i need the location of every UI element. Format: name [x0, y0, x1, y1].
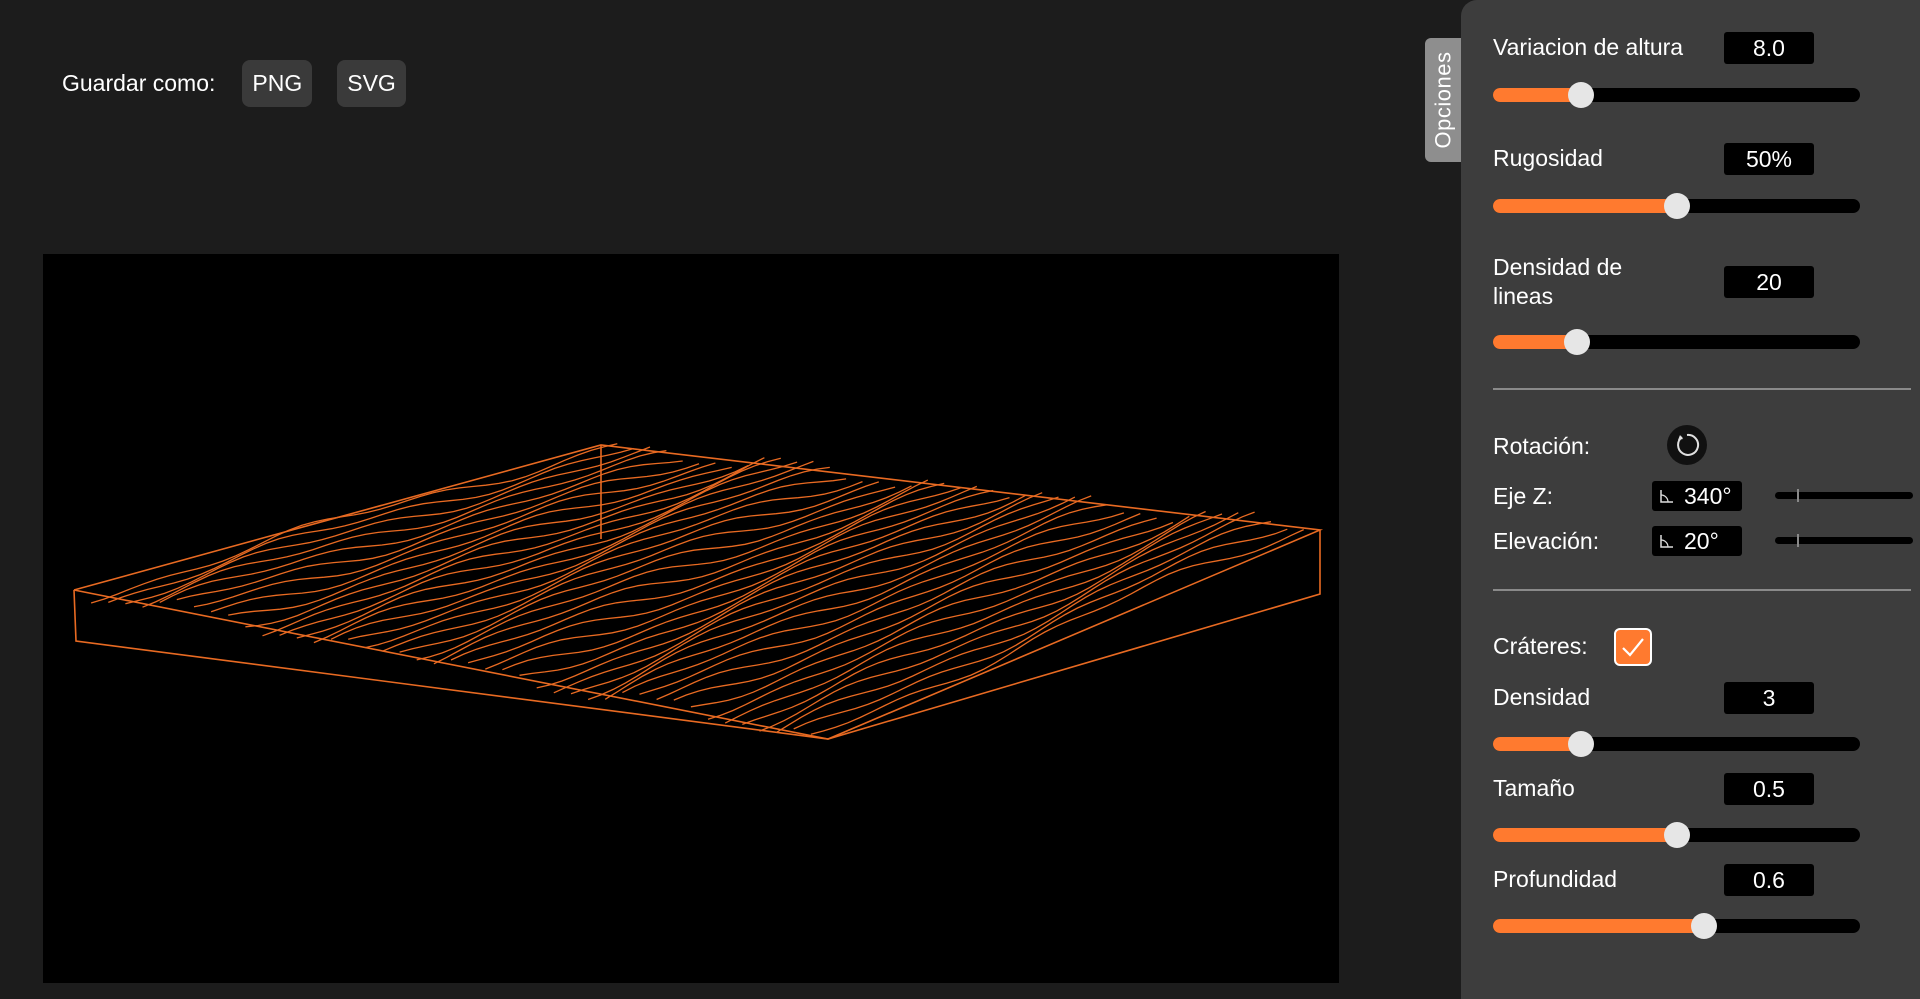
- height-variation-slider[interactable]: [1493, 82, 1860, 108]
- export-toolbar: Guardar como: PNG SVG: [62, 60, 406, 107]
- height-variation-value[interactable]: 8.0: [1724, 32, 1814, 64]
- rotation-label: Rotación:: [1493, 433, 1591, 459]
- line-density-slider[interactable]: [1493, 329, 1860, 355]
- contour-line: [382, 486, 896, 652]
- contour-line: [639, 513, 1141, 695]
- height-variation-label: Variacion de altura: [1493, 34, 1684, 60]
- crater-size-label: Tamaño: [1493, 775, 1575, 801]
- terrain-box-top: [73, 444, 1324, 740]
- panel-divider: [1493, 589, 1911, 591]
- crater-density-value[interactable]: 3: [1724, 682, 1814, 714]
- z-axis-slider[interactable]: [1775, 489, 1913, 502]
- contour-line: [793, 528, 1288, 730]
- line-density-label-line2: lineas: [1493, 283, 1554, 309]
- z-axis-input[interactable]: 340°: [1652, 481, 1742, 511]
- slider-thumb[interactable]: [1691, 913, 1718, 939]
- roughness-label: Rugosidad: [1493, 145, 1603, 171]
- slider-fill: [1493, 828, 1677, 842]
- elevation-slider[interactable]: [1775, 534, 1913, 547]
- slider-tick[interactable]: [1797, 489, 1800, 502]
- line-density-label-line1: Densidad de: [1493, 254, 1623, 280]
- craters-checkbox[interactable]: [1614, 628, 1652, 666]
- save-as-label: Guardar como:: [62, 70, 216, 96]
- contour-line: [810, 529, 1304, 735]
- z-axis-value: 340°: [1684, 482, 1732, 509]
- crater-depth-slider[interactable]: [1493, 913, 1860, 939]
- terrain-render: [73, 443, 1324, 740]
- slider-fill: [1493, 919, 1705, 933]
- slider-thumb[interactable]: [1568, 82, 1595, 108]
- save-png-button[interactable]: PNG: [242, 60, 313, 107]
- crater-density-label: Densidad: [1493, 684, 1591, 710]
- crater-depth-label: Profundidad: [1493, 866, 1618, 892]
- line-density-value[interactable]: 20: [1724, 266, 1814, 298]
- options-tab-label: Opciones: [1430, 51, 1456, 149]
- elevation-value: 20°: [1684, 527, 1719, 554]
- roughness-value[interactable]: 50%: [1724, 143, 1814, 175]
- angle-icon: [1660, 535, 1673, 548]
- panel-divider: [1493, 388, 1911, 390]
- save-svg-button[interactable]: SVG: [337, 60, 406, 107]
- contour-line: [519, 494, 1027, 676]
- roughness-slider[interactable]: [1493, 193, 1860, 219]
- slider-thumb[interactable]: [1568, 731, 1595, 757]
- z-axis-label: Eje Z:: [1493, 483, 1554, 509]
- contour-lines: [90, 443, 1304, 735]
- rotate-button[interactable]: [1667, 425, 1707, 465]
- elevation-input[interactable]: 20°: [1652, 526, 1742, 556]
- contour-line: [433, 482, 945, 665]
- slider-tick[interactable]: [1797, 534, 1800, 547]
- contour-line: [673, 521, 1174, 701]
- slider-fill: [1493, 199, 1677, 213]
- contour-line: [707, 510, 1206, 720]
- crater-density-slider[interactable]: [1493, 731, 1860, 757]
- options-tab[interactable]: Opciones: [1425, 38, 1461, 162]
- terrain-canvas[interactable]: [43, 254, 1339, 983]
- rotate-icon: [1677, 433, 1700, 456]
- craters-label: Cráteres:: [1493, 633, 1588, 659]
- slider-thumb[interactable]: [1663, 193, 1690, 219]
- crater-size-value[interactable]: 0.5: [1724, 773, 1814, 805]
- slider-thumb[interactable]: [1663, 822, 1690, 848]
- contour-line: [176, 463, 700, 601]
- elevation-label: Elevación:: [1493, 528, 1600, 554]
- angle-icon: [1660, 490, 1673, 503]
- check-icon: [1622, 638, 1644, 657]
- crater-size-slider[interactable]: [1493, 822, 1860, 848]
- crater-depth-value[interactable]: 0.6: [1724, 864, 1814, 896]
